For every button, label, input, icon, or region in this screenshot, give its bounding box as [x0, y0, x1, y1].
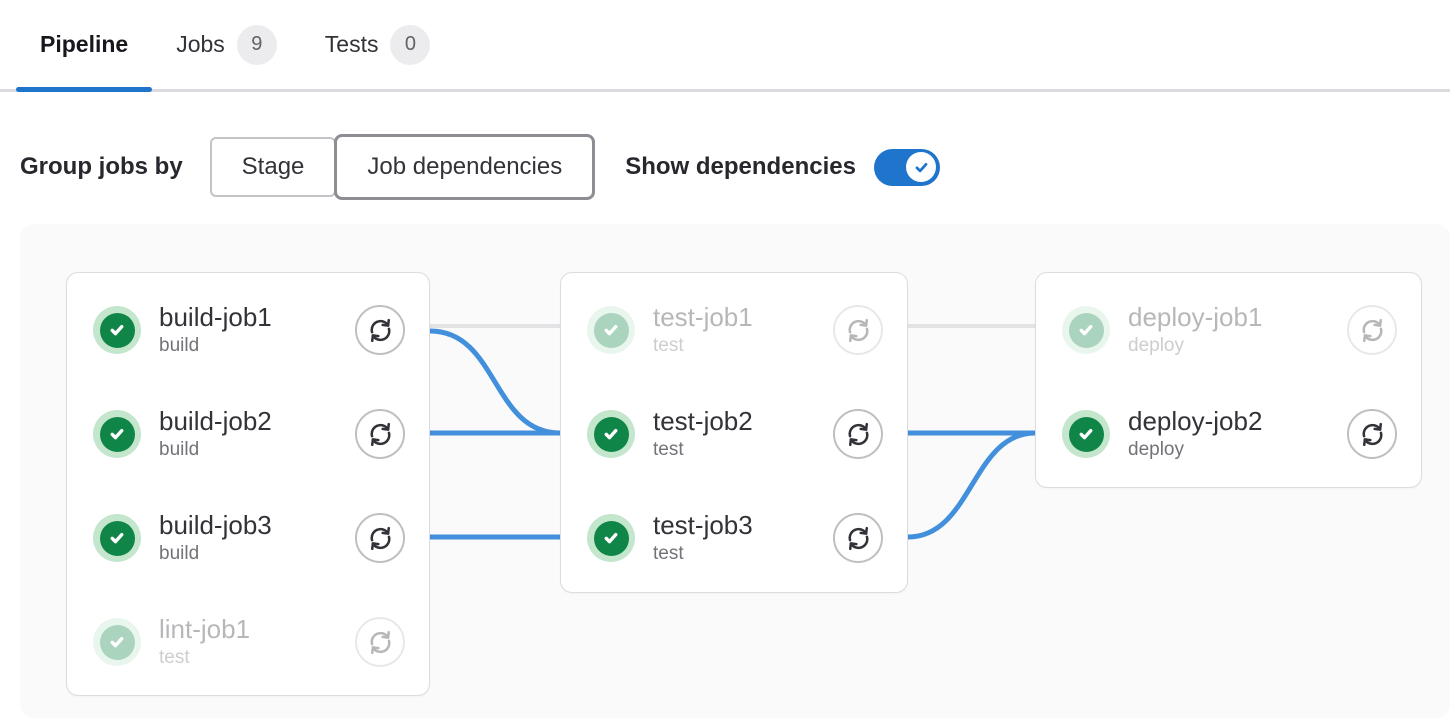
retry-icon	[845, 317, 872, 344]
retry-job-button[interactable]	[1347, 409, 1397, 459]
group-by-segmented-control: Stage Job dependencies	[210, 134, 596, 200]
job-name: deploy-job1	[1128, 303, 1262, 333]
status-success-icon	[587, 514, 635, 562]
group-by-stage-button[interactable]: Stage	[210, 137, 337, 197]
job-row-build-job1[interactable]: build-job1 build	[67, 278, 429, 382]
status-success-icon	[93, 618, 141, 666]
edge-build-job1-to-test-job2	[430, 331, 560, 433]
check-icon	[1076, 320, 1096, 340]
group-jobs-by-label: Group jobs by	[20, 153, 183, 181]
job-group-card: test-job1 test test-job2 test	[560, 272, 908, 593]
job-row-deploy-job2[interactable]: deploy-job2 deploy	[1036, 382, 1421, 486]
check-icon	[107, 528, 127, 548]
tab-bar: Pipeline Jobs 9 Tests 0	[0, 0, 1450, 92]
job-name: test-job1	[653, 303, 753, 333]
job-row-test-job1[interactable]: test-job1 test	[561, 278, 907, 382]
job-stage: test	[653, 543, 753, 565]
job-stage: deploy	[1128, 439, 1262, 461]
check-icon	[601, 424, 621, 444]
group-by-job-dependencies-button[interactable]: Job dependencies	[334, 134, 595, 200]
retry-icon	[367, 629, 394, 656]
status-success-icon	[587, 410, 635, 458]
retry-icon	[367, 525, 394, 552]
job-stage: test	[653, 335, 753, 357]
show-dependencies-toggle[interactable]	[874, 149, 940, 186]
job-group-card: build-job1 build build-job2 build	[66, 272, 430, 696]
tab-pipeline[interactable]: Pipeline	[16, 0, 152, 89]
jobs-count-badge: 9	[237, 25, 277, 65]
status-success-icon	[1062, 306, 1110, 354]
retry-icon	[1359, 421, 1386, 448]
toggle-knob	[906, 152, 936, 182]
tab-tests[interactable]: Tests 0	[301, 0, 455, 89]
check-icon	[601, 528, 621, 548]
retry-icon	[367, 421, 394, 448]
job-name: build-job1	[159, 303, 272, 333]
job-name: test-job3	[653, 511, 753, 541]
retry-icon	[367, 317, 394, 344]
status-success-icon	[93, 410, 141, 458]
job-stage: build	[159, 439, 272, 461]
job-name: build-job3	[159, 511, 272, 541]
status-success-icon	[93, 514, 141, 562]
status-success-icon	[1062, 410, 1110, 458]
retry-job-button[interactable]	[355, 513, 405, 563]
job-row-test-job2[interactable]: test-job2 test	[561, 382, 907, 486]
job-name: build-job2	[159, 407, 272, 437]
job-row-build-job3[interactable]: build-job3 build	[67, 486, 429, 590]
show-dependencies-label: Show dependencies	[625, 153, 856, 181]
tab-label: Jobs	[176, 31, 225, 58]
retry-job-button[interactable]	[833, 513, 883, 563]
check-icon	[601, 320, 621, 340]
tab-jobs[interactable]: Jobs 9	[152, 0, 301, 89]
job-row-deploy-job1[interactable]: deploy-job1 deploy	[1036, 278, 1421, 382]
check-icon	[107, 320, 127, 340]
check-icon	[107, 424, 127, 444]
job-group-card: deploy-job1 deploy deploy-job2 deploy	[1035, 272, 1422, 488]
status-success-icon	[93, 306, 141, 354]
retry-job-button[interactable]	[355, 305, 405, 355]
check-icon	[912, 158, 931, 177]
job-stage: build	[159, 335, 272, 357]
job-stage: test	[159, 647, 250, 669]
job-name: test-job2	[653, 407, 753, 437]
tab-label: Pipeline	[40, 31, 128, 58]
status-success-icon	[587, 306, 635, 354]
tab-label: Tests	[325, 31, 379, 58]
job-stage: build	[159, 543, 272, 565]
job-row-build-job2[interactable]: build-job2 build	[67, 382, 429, 486]
retry-icon	[845, 421, 872, 448]
job-stage: deploy	[1128, 335, 1262, 357]
check-icon	[107, 632, 127, 652]
edge-test-job3-to-deploy-job2	[908, 433, 1035, 537]
graph-controls: Group jobs by Stage Job dependencies Sho…	[20, 134, 1450, 200]
retry-icon	[845, 525, 872, 552]
pipeline-graph: build-job1 build build-job2 build	[20, 224, 1450, 718]
retry-job-button[interactable]	[833, 409, 883, 459]
retry-job-button[interactable]	[355, 409, 405, 459]
tests-count-badge: 0	[390, 25, 430, 65]
job-name: lint-job1	[159, 615, 250, 645]
retry-job-button[interactable]	[1347, 305, 1397, 355]
retry-job-button[interactable]	[355, 617, 405, 667]
retry-job-button[interactable]	[833, 305, 883, 355]
check-icon	[1076, 424, 1096, 444]
job-stage: test	[653, 439, 753, 461]
job-name: deploy-job2	[1128, 407, 1262, 437]
retry-icon	[1359, 317, 1386, 344]
job-row-lint-job1[interactable]: lint-job1 test	[67, 590, 429, 694]
job-row-test-job3[interactable]: test-job3 test	[561, 486, 907, 590]
